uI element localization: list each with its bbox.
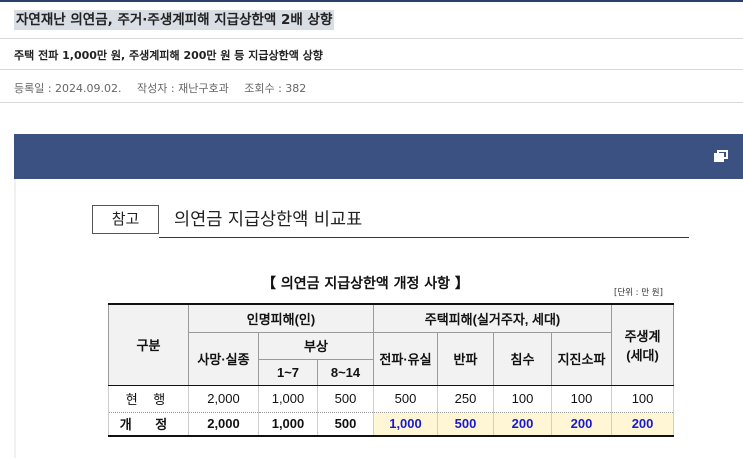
attachment-card-header — [14, 134, 743, 179]
header-earthquake: 지진소파 — [550, 331, 613, 386]
header-housing-damage: 주택피해(실거주자, 세대) — [372, 303, 613, 333]
header-livelihood-label: 주생계 — [624, 328, 661, 344]
cell-value: 100 — [550, 385, 613, 413]
row-label: 현 행 — [108, 385, 189, 413]
header-livelihood: 주생계 (세대) — [611, 303, 675, 386]
table-unit: [단위 : 만 원] — [614, 288, 663, 298]
post-author: 작성자 : 재난구호과 — [137, 82, 229, 95]
cell-value: 2,000 — [188, 412, 259, 437]
cell-value: 250 — [437, 385, 494, 413]
header-half-loss: 반파 — [437, 331, 494, 386]
cell-value-changed: 500 — [437, 412, 494, 437]
header-injury: 부상 — [258, 331, 374, 360]
header-death: 사망·실종 — [188, 331, 259, 386]
reference-badge: 참고 — [92, 205, 159, 234]
post-subtitle: 주택 전파 1,000만 원, 주생계피해 200만 원 등 지급상한액 상향 — [14, 49, 323, 62]
cell-value: 500 — [373, 385, 438, 413]
cell-value: 100 — [611, 385, 675, 413]
post-meta: 등록일 : 2024.09.02. 작성자 : 재난구호과 조회수 : 382 — [14, 80, 318, 96]
header-injury-8-14: 8~14 — [317, 358, 374, 386]
title-row: 자연재난 의연금, 주거·주생계피해 지급상한액 2배 상향 — [0, 2, 743, 39]
table-title: 【 의연금 지급상한액 개정 사항 】 — [262, 276, 469, 292]
header-total-loss: 전파·유실 — [373, 331, 438, 386]
cell-value: 500 — [317, 385, 374, 413]
meta-row: 등록일 : 2024.09.02. 작성자 : 재난구호과 조회수 : 382 — [0, 71, 743, 103]
header-flooding: 침수 — [493, 331, 552, 386]
cell-value: 1,000 — [258, 385, 318, 413]
comparison-table: 구분 인명피해(인) 주택피해(실거주자, 세대) 주생계 (세대) 사망·실종… — [108, 303, 675, 437]
header-livelihood-unit: (세대) — [626, 347, 659, 363]
table-row-current: 현 행 2,000 1,000 500 500 250 100 100 100 — [108, 385, 675, 413]
reference-underline — [159, 237, 689, 238]
cell-value: 2,000 — [188, 385, 259, 413]
table-row-revised: 개 정 2,000 1,000 500 1,000 500 200 200 20… — [108, 412, 675, 437]
cell-value: 1,000 — [258, 412, 318, 437]
post-date: 등록일 : 2024.09.02. — [14, 82, 122, 95]
header-category: 구분 — [108, 303, 189, 386]
header-injury-1-7: 1~7 — [258, 358, 318, 386]
cell-value: 100 — [493, 385, 552, 413]
subtitle-row: 주택 전파 1,000만 원, 주생계피해 200만 원 등 지급상한액 상향 — [0, 40, 743, 70]
post-views: 조회수 : 382 — [244, 82, 307, 95]
header-human-damage: 인명피해(인) — [188, 303, 374, 333]
cell-value-changed: 200 — [493, 412, 552, 437]
cell-value-changed: 200 — [550, 412, 613, 437]
cell-value-changed: 200 — [611, 412, 675, 437]
cell-value: 500 — [317, 412, 374, 437]
cell-value-changed: 1,000 — [373, 412, 438, 437]
post-title: 자연재난 의연금, 주거·주생계피해 지급상한액 2배 상향 — [14, 10, 335, 30]
reference-title: 의연금 지급상한액 비교표 — [174, 210, 363, 230]
row-label: 개 정 — [108, 412, 189, 437]
restore-window-icon[interactable] — [714, 150, 728, 162]
